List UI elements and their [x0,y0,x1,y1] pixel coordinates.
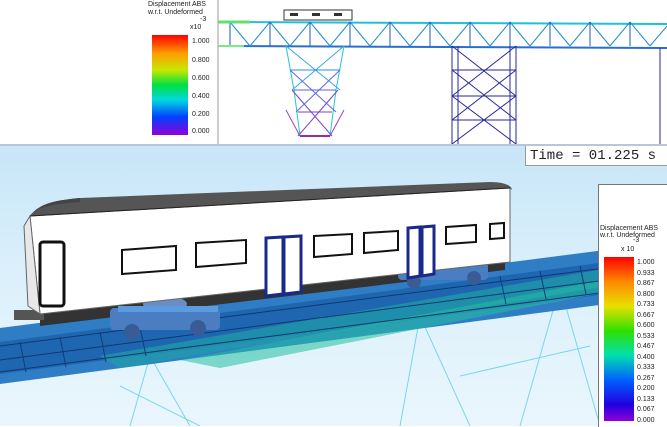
legend-bottom-tick: 0.467 [637,343,655,350]
legend-top-tick: 0.800 [192,57,210,64]
legend-bottom-subtitle: w.r.t. Undeformed [600,232,655,239]
legend-top-tick: 0.400 [192,93,210,100]
legend-bottom-tick: 0.200 [637,385,655,392]
legend-bottom-title: Displacement ABS [600,225,658,232]
legend-top-colorbar [152,35,188,135]
rail-car-3d-view [0,182,667,426]
legend-bottom-exponent-power: -3 [633,237,640,244]
side-door-1 [264,234,303,298]
side-door-2 [406,224,436,280]
legend-bottom-exponent-base: x 10 [621,246,635,253]
top-viewport[interactable]: Displacement ABS w.r.t. Undeformed -3 x1… [0,0,667,144]
legend-bottom-tick: 0.133 [637,395,655,403]
legend-bottom-tick: 0.533 [637,332,655,340]
legend-bottom-tick: 0.067 [637,406,655,413]
legend-bottom-tick: 0.600 [637,322,655,329]
legend-top-title: Displacement ABS [148,1,206,8]
legend-bottom-tick: 0.867 [637,280,655,287]
bottom-viewport[interactable] [0,146,667,426]
time-readout: Time = 01.225 s [525,146,667,166]
legend-top-tick: 1.000 [192,38,210,45]
legend-bottom-tick: 0.933 [637,269,655,277]
legend-bottom-tick: 0.000 [637,416,655,424]
legend-bottom-tick: 0.267 [637,374,655,382]
train-icon-top [283,9,353,21]
legend-bottom: Displacement ABS w.r.t. Undeformed -3 x … [598,184,667,427]
legend-top-subtitle: w.r.t. Undeformed [148,9,203,16]
legend-bottom-tick: 0.800 [637,290,655,298]
legend-top-tick: 0.200 [192,111,210,118]
legend-top-exponent-power: -3 [200,16,207,23]
legend-top-tick: 0.000 [192,128,210,135]
legend-top-tick: 0.600 [192,75,210,82]
legend-bottom-colorbar [604,257,634,421]
legend-bottom-tick: 0.333 [637,364,655,371]
legend-bottom-tick: 0.667 [637,311,655,319]
legend-bottom-tick: 0.733 [637,301,655,308]
legend-top-exponent-base: x10 [190,24,202,31]
bridge-elevation-view [152,0,667,144]
legend-bottom-tick: 0.400 [637,353,655,361]
legend-bottom-tick: 1.000 [637,259,655,266]
